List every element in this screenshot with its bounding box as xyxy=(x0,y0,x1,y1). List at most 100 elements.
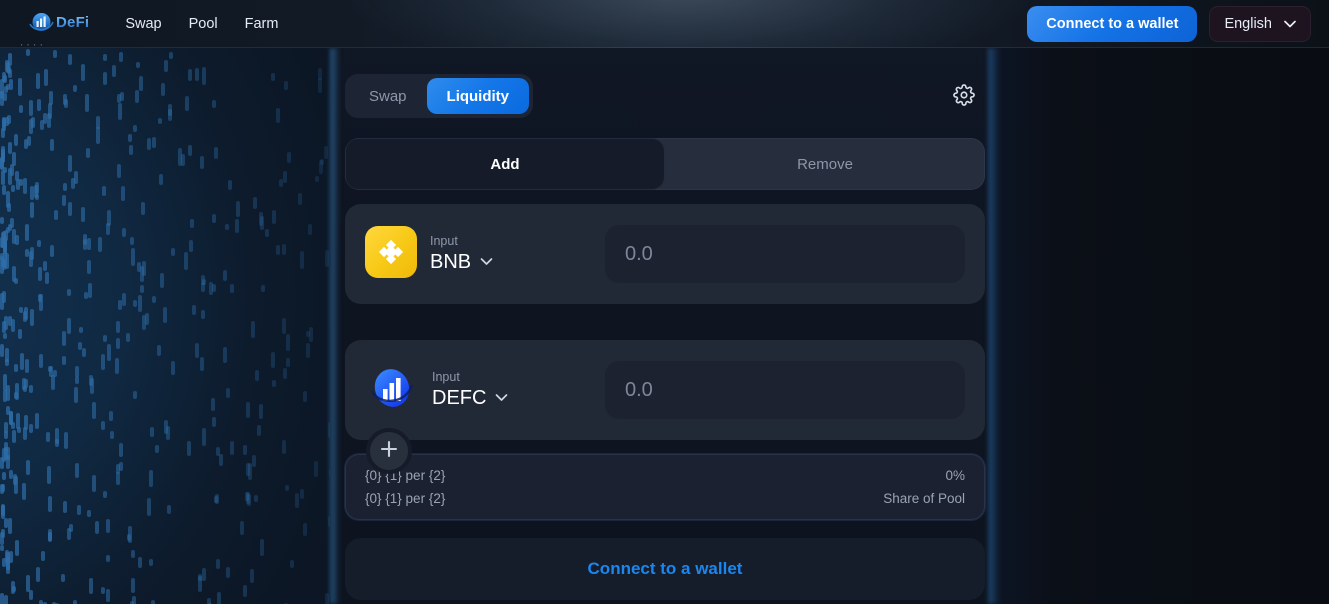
decorative-tick xyxy=(55,428,60,445)
decorative-tick xyxy=(324,249,329,268)
decorative-tick xyxy=(201,309,205,319)
mode-tab-group: Swap Liquidity xyxy=(345,74,534,118)
decorative-tick xyxy=(299,489,304,499)
decorative-tick xyxy=(260,285,265,292)
decorative-tick xyxy=(131,248,136,267)
tab-liquidity[interactable]: Liquidity xyxy=(426,78,530,114)
decorative-tick xyxy=(36,567,41,583)
decorative-tick xyxy=(163,307,168,324)
decorative-tick xyxy=(66,288,71,296)
decorative-tick xyxy=(120,185,125,202)
decorative-tick xyxy=(188,144,193,156)
decorative-tick xyxy=(15,382,19,401)
decorative-tick xyxy=(186,440,191,456)
decorative-tick xyxy=(157,345,161,357)
decorative-tick xyxy=(73,599,78,604)
decorative-tick xyxy=(25,359,29,374)
decorative-tick xyxy=(85,147,90,159)
tab-add[interactable]: Add xyxy=(345,138,665,190)
nav-item-farm[interactable]: Farm xyxy=(245,16,279,32)
decorative-tick xyxy=(319,158,324,166)
add-token-button[interactable] xyxy=(366,428,412,474)
decorative-tick xyxy=(45,271,49,284)
decorative-tick xyxy=(4,421,9,434)
decorative-tick xyxy=(139,284,144,294)
decorative-tick xyxy=(64,431,69,449)
decorative-tick xyxy=(61,574,66,582)
decorative-tick xyxy=(209,282,213,295)
decorative-tick xyxy=(68,523,73,533)
decorative-tick xyxy=(201,427,206,446)
decorative-tick xyxy=(127,134,132,143)
decorative-tick xyxy=(246,402,251,418)
language-selector[interactable]: English xyxy=(1209,5,1311,42)
decorative-tick xyxy=(95,126,100,144)
decorative-tick xyxy=(126,333,131,342)
brand-logo[interactable]: DeFi ▪ ▪ ▪ ▪ xyxy=(21,10,89,47)
amount-input-0[interactable] xyxy=(605,225,965,283)
decorative-tick xyxy=(29,99,34,117)
connect-wallet-button-main[interactable]: Connect to a wallet xyxy=(345,538,985,601)
decorative-tick xyxy=(30,116,35,129)
settings-button[interactable] xyxy=(949,81,979,111)
nav-item-pool[interactable]: Pool xyxy=(189,16,218,32)
decorative-tick xyxy=(300,251,304,270)
tab-remove[interactable]: Remove xyxy=(665,138,985,190)
decorative-tick xyxy=(270,352,275,368)
rate-lines: {0} {1} per {2} {0} {1} per {2} xyxy=(365,467,445,507)
decorative-tick xyxy=(11,185,16,193)
decorative-tick xyxy=(36,240,41,247)
decorative-tick xyxy=(118,461,123,471)
decorative-tick xyxy=(142,261,147,276)
decorative-tick xyxy=(53,369,58,377)
decorative-tick xyxy=(92,475,97,493)
decorative-tick xyxy=(308,326,313,342)
decorative-tick xyxy=(97,237,102,252)
decorative-tick xyxy=(214,147,218,160)
decorative-tick xyxy=(249,569,254,584)
token-symbol-0: BNB xyxy=(430,250,472,273)
app-root: DeFi ▪ ▪ ▪ ▪ Swap Pool Farm Connect to a w… xyxy=(0,0,1329,604)
decorative-tick xyxy=(114,358,119,374)
nav-item-swap[interactable]: Swap xyxy=(125,16,161,32)
decorative-tick xyxy=(9,410,14,425)
add-remove-toggle: Add Remove xyxy=(345,138,985,190)
decorative-tick xyxy=(86,509,91,518)
decorative-tick xyxy=(80,64,85,82)
decorative-tick xyxy=(163,59,168,73)
decorative-tick xyxy=(81,348,86,358)
decorative-tick xyxy=(67,317,72,335)
decorative-tick xyxy=(3,236,8,255)
decorative-tick xyxy=(132,391,137,400)
decorative-tick xyxy=(225,224,230,231)
decorative-tick xyxy=(226,566,231,578)
token-symbol-row-1: DEFC xyxy=(432,387,508,409)
chevron-down-icon xyxy=(495,389,508,407)
decorative-tick xyxy=(298,193,302,205)
decorative-tick xyxy=(111,64,116,78)
share-of-pool: 0% Share of Pool xyxy=(883,467,965,507)
decorative-tick xyxy=(307,223,312,235)
decorative-tick xyxy=(215,447,220,456)
tab-swap[interactable]: Swap xyxy=(349,78,427,114)
decorative-tick xyxy=(7,66,11,75)
token-selector-0[interactable]: Input BNB xyxy=(365,225,605,283)
decorative-tick xyxy=(228,180,233,190)
decorative-tick xyxy=(4,315,9,330)
decorative-tick xyxy=(166,426,171,441)
decorative-tick xyxy=(230,440,235,456)
connect-wallet-button-top[interactable]: Connect to a wallet xyxy=(1027,5,1198,42)
decorative-tick xyxy=(29,590,34,601)
decorative-tick xyxy=(151,599,156,604)
decorative-tick xyxy=(284,485,289,492)
decorative-tick xyxy=(19,104,24,114)
decorative-tick xyxy=(271,73,276,81)
decorative-tick xyxy=(187,69,192,82)
decorative-tick xyxy=(286,334,291,352)
decorative-tick xyxy=(85,93,90,112)
token-selector-1[interactable]: Input DEFC xyxy=(365,361,605,420)
decorative-tick xyxy=(213,496,218,504)
token-symbol-1: DEFC xyxy=(432,386,487,409)
amount-input-1[interactable] xyxy=(605,361,965,419)
decorative-tick xyxy=(75,366,80,377)
